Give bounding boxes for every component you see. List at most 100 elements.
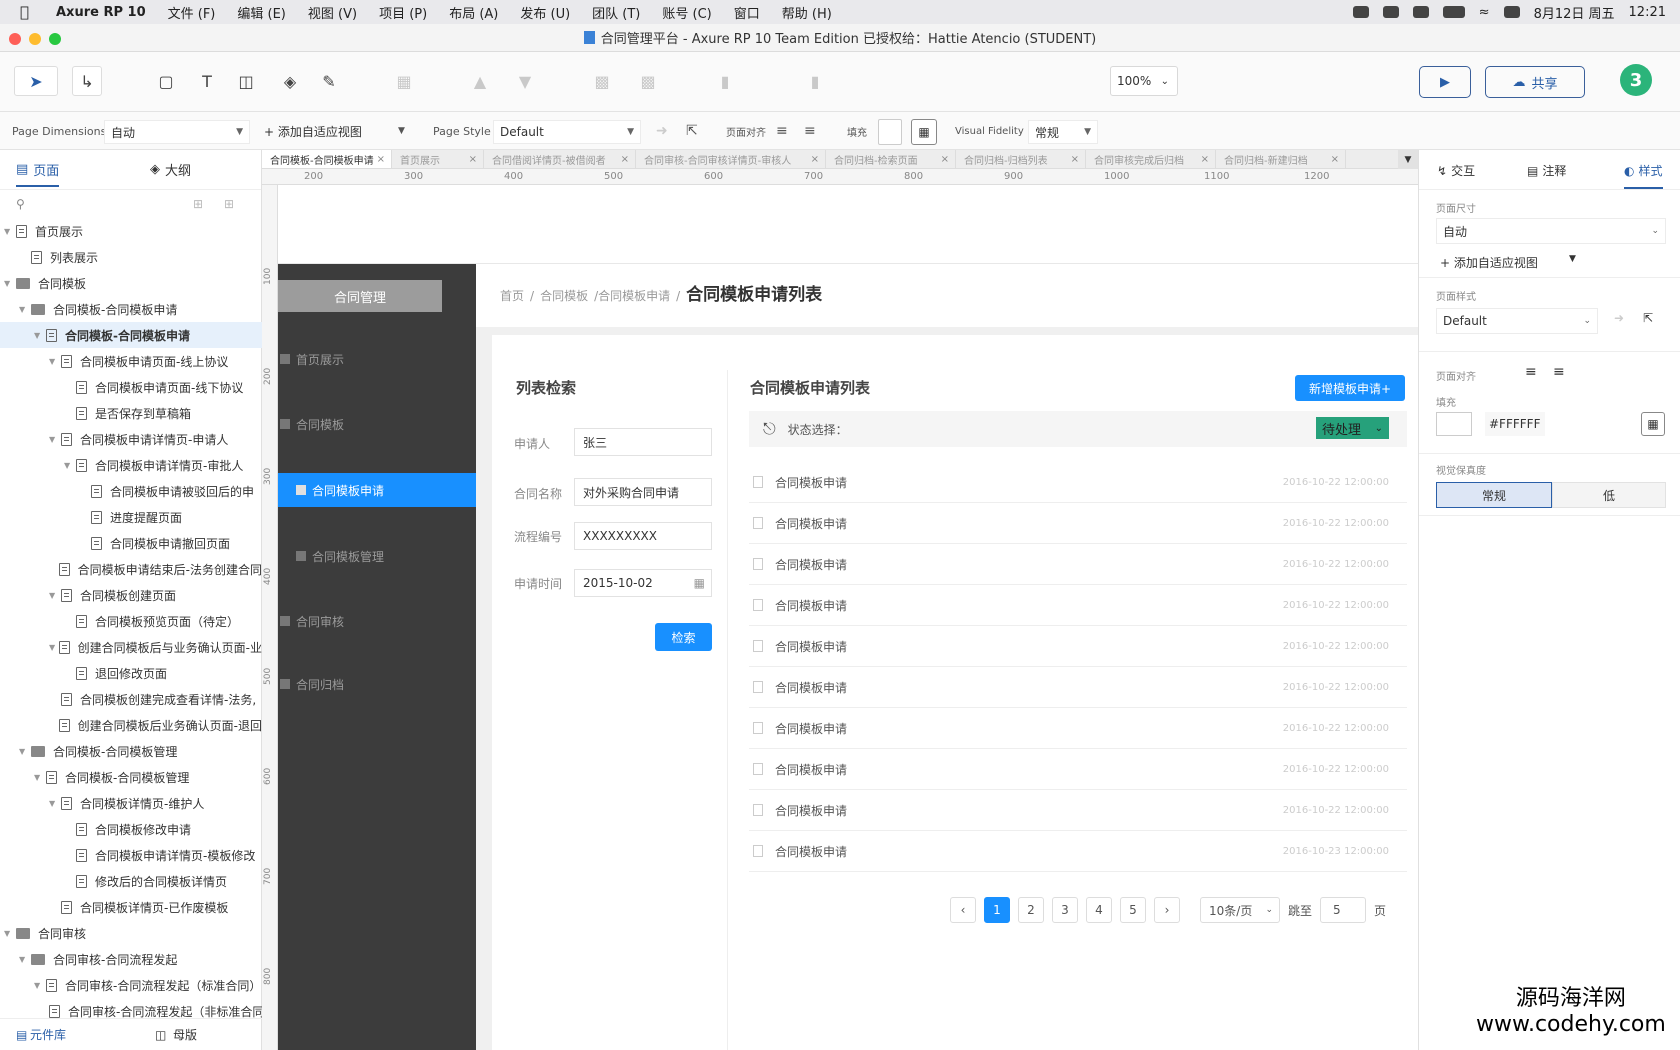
tab-outline[interactable]: ◈ 大纲 — [150, 160, 191, 179]
list-item[interactable]: 合同模板申请 2016-10-22 12:00:00 — [749, 708, 1407, 749]
tree-item[interactable]: ▼ 合同模板-合同模板管理 — [0, 764, 262, 790]
group-icon[interactable]: ▦ — [394, 66, 414, 96]
pen-tool-icon[interactable]: ✎ — [316, 66, 342, 96]
date-input[interactable]: 2015-10-02 ▦ — [574, 569, 712, 597]
library-icon[interactable]: ▤ — [16, 1028, 27, 1042]
tree-item[interactable]: 合同审核-合同流程发起（非标准合同） — [0, 998, 262, 1018]
tree-item[interactable]: 合同模板申请结束后-法务创建合同 — [0, 556, 262, 582]
fill-hex-input[interactable]: #FFFFFF — [1485, 412, 1545, 436]
sidebar-item[interactable]: 合同模板 — [278, 407, 344, 441]
chevron-down-icon[interactable]: ▼ — [49, 435, 61, 444]
tabs-overflow-icon[interactable]: ▼ — [1398, 150, 1418, 169]
tree-item[interactable]: ▼ 合同模板-合同模板申请 — [0, 322, 262, 348]
tab-library[interactable]: 元件库 — [30, 1026, 66, 1043]
tree-item[interactable]: ▼ 合同模板 — [0, 270, 262, 296]
menu-item[interactable]: 帮助 (H) — [782, 3, 832, 22]
list-item[interactable]: 合同模板申请 2016-10-23 12:00:00 — [749, 831, 1407, 872]
tree-item[interactable]: ▼ 合同模板-合同模板管理 — [0, 738, 262, 764]
sidebar-item[interactable]: 合同模板管理 — [278, 539, 384, 573]
manage-style-icon[interactable]: ⇱ — [686, 112, 698, 150]
menu-item[interactable]: 窗口 — [734, 3, 760, 22]
close-window-button[interactable] — [9, 33, 21, 45]
tree-item[interactable]: 是否保存到草稿箱 — [0, 400, 262, 426]
arrange-icon[interactable]: ▩ — [638, 66, 658, 96]
page-size-select[interactable]: 自动 ⌄ — [1436, 218, 1666, 244]
list-item[interactable]: 合同模板申请 2016-10-22 12:00:00 — [749, 790, 1407, 831]
calendar-icon[interactable]: ▦ — [694, 576, 705, 590]
chevron-down-icon[interactable]: ▼ — [1569, 254, 1576, 264]
menubar-date[interactable]: 8月12日 周五 — [1534, 3, 1615, 22]
align-icon[interactable]: ▲ — [470, 66, 490, 96]
page-style-select[interactable]: Default ⌄ — [1436, 308, 1598, 334]
per-page-select[interactable]: 10条/页 ⌄ — [1200, 897, 1280, 923]
tree-item[interactable]: 退回修改页面 — [0, 660, 262, 686]
manage-style-icon[interactable]: ⇱ — [1643, 311, 1653, 325]
tree-item[interactable]: ▼ 合同审核-合同流程发起 — [0, 946, 262, 972]
tree-item[interactable]: ▼ 合同审核 — [0, 920, 262, 946]
add-page-icon[interactable]: ⊞ — [193, 197, 203, 211]
list-item[interactable]: 合同模板申请 2016-10-22 12:00:00 — [749, 585, 1407, 626]
tree-item[interactable]: 修改后的合同模板详情页 — [0, 868, 262, 894]
close-icon[interactable]: × — [811, 154, 819, 165]
jump-input[interactable]: 5 — [1320, 897, 1367, 923]
tree-item[interactable]: ▼ 合同模板申请详情页-申请人 — [0, 426, 262, 452]
connector-tool-icon[interactable]: ↳ — [72, 66, 102, 96]
list-item[interactable]: 合同模板申请 2016-10-22 12:00:00 — [749, 544, 1407, 585]
masters-icon[interactable]: ◫ — [155, 1028, 166, 1042]
page-number-button[interactable]: 1 — [984, 897, 1010, 923]
page-number-button[interactable]: 5 — [1120, 897, 1146, 923]
edit-style-icon[interactable]: ➜ — [656, 112, 668, 150]
prev-page-button[interactable]: ‹ — [950, 897, 976, 923]
order-icon[interactable]: ▮ — [715, 66, 735, 96]
fidelity-low-button[interactable]: 低 — [1552, 482, 1666, 508]
tab-notes[interactable]: ▤ 注释 — [1527, 162, 1566, 179]
app-icon[interactable] — [1382, 6, 1399, 18]
tree-item[interactable]: 列表展示 — [0, 244, 262, 270]
sidebar-item[interactable]: 合同审核 — [278, 604, 344, 638]
menu-item[interactable]: 发布 (U) — [520, 3, 570, 22]
tab-masters[interactable]: 母版 — [173, 1026, 197, 1043]
tree-item[interactable]: 合同模板申请页面-线下协议 — [0, 374, 262, 400]
sidebar-item[interactable]: 合同归档 — [278, 667, 344, 701]
chevron-down-icon[interactable]: ▼ — [64, 461, 76, 470]
applicant-input[interactable]: 张三 — [574, 428, 712, 456]
zoom-window-button[interactable] — [49, 33, 61, 45]
tree-item[interactable]: 合同模板申请详情页-模板修改 — [0, 842, 262, 868]
battery-icon[interactable] — [1442, 6, 1465, 18]
edit-style-icon[interactable]: ➜ — [1614, 311, 1624, 325]
close-icon[interactable]: × — [941, 154, 949, 165]
tree-item[interactable]: 合同模板修改申请 — [0, 816, 262, 842]
control-center-icon[interactable] — [1503, 6, 1520, 18]
menu-item[interactable]: 文件 (F) — [168, 3, 216, 22]
rectangle-tool-icon[interactable]: ▢ — [148, 66, 184, 96]
document-tab[interactable]: 首页展示 × — [392, 150, 484, 168]
tree-item[interactable]: 合同模板详情页-已作废模板 — [0, 894, 262, 920]
align-left-icon[interactable]: ≡ — [776, 112, 788, 150]
chevron-down-icon[interactable]: ▼ — [4, 279, 16, 288]
add-folder-icon[interactable]: ⊞ — [224, 197, 234, 211]
fidelity-normal-button[interactable]: 常规 — [1436, 482, 1552, 508]
text-tool-icon[interactable]: T — [196, 66, 218, 96]
tree-item[interactable]: 合同模板申请被驳回后的申 — [0, 478, 262, 504]
breadcrumb-link[interactable]: 首页 — [500, 287, 524, 304]
contract-name-input[interactable]: 对外采购合同申请 — [574, 478, 712, 506]
fill-color-swatch[interactable] — [1436, 412, 1472, 436]
tree-item[interactable]: 合同模板申请撤回页面 — [0, 530, 262, 556]
close-icon[interactable]: × — [1331, 154, 1339, 165]
share-button[interactable]: ☁ 共享 — [1485, 66, 1585, 98]
breadcrumb-link[interactable]: /合同模板申请 — [594, 287, 670, 304]
menu-item[interactable]: 布局 (A) — [449, 3, 498, 22]
pages-search[interactable]: ⚲ ⊞ ⊞ — [0, 190, 261, 218]
visual-fidelity-select[interactable]: 常规 ▼ — [1028, 120, 1098, 144]
close-icon[interactable]: × — [377, 154, 385, 165]
status-select[interactable]: 待处理 ⌄ — [1316, 417, 1389, 439]
close-icon[interactable]: × — [1071, 154, 1079, 165]
chevron-down-icon[interactable]: ▼ — [398, 112, 405, 150]
chevron-down-icon[interactable]: ▼ — [34, 331, 46, 340]
align-left-icon[interactable]: ≡ — [1525, 364, 1537, 380]
sidebar-item[interactable]: 合同模板申请 — [278, 473, 476, 507]
chevron-down-icon[interactable]: ▼ — [34, 773, 46, 782]
minimize-window-button[interactable] — [29, 33, 41, 45]
tree-item[interactable]: ▼ 合同模板申请页面-线上协议 — [0, 348, 262, 374]
tree-item[interactable]: ▼ 合同模板详情页-维护人 — [0, 790, 262, 816]
